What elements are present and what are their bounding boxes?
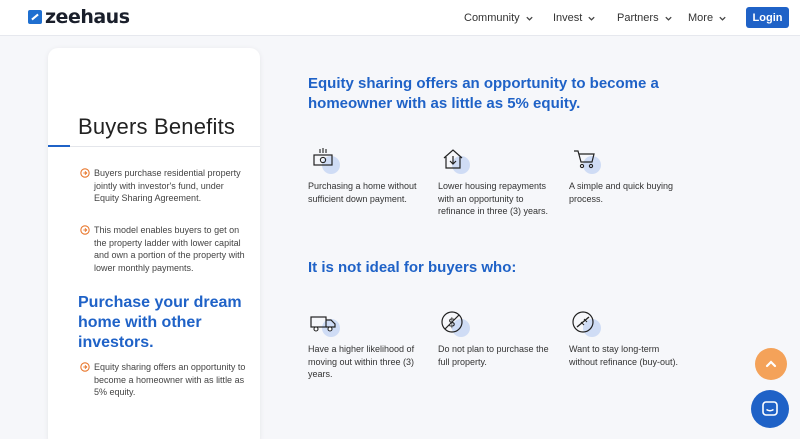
benefit-bullet: Equity sharing offers an opportunity to … [78, 361, 248, 399]
no-refinance-icon [572, 311, 594, 333]
chevron-down-icon [525, 16, 533, 21]
chat-button[interactable] [751, 390, 789, 428]
svg-text:$: $ [448, 316, 456, 330]
buyers-benefits-card: Buyers Benefits Buyers purchase resident… [48, 48, 260, 439]
logo-mark-icon [28, 10, 42, 24]
arrow-right-circle-icon [80, 225, 90, 235]
card-subheading: Purchase your dream home with other inve… [78, 294, 242, 351]
not-ideal-text: Do not plan to purchase the full propert… [438, 344, 549, 367]
login-button[interactable]: Login [746, 7, 789, 28]
benefit-item: Lower housing repayments with an opportu… [438, 146, 558, 218]
truck-icon [310, 316, 336, 332]
not-ideal-text: Have a higher likelihood of moving out w… [308, 344, 415, 379]
nav-more-label: More [688, 12, 714, 24]
benefit-text: Purchasing a home without sufficient dow… [308, 181, 417, 204]
brand-logo[interactable]: zeehaus [28, 6, 130, 28]
benefit-text: Lower housing repayments with an opportu… [438, 181, 549, 216]
chevron-up-icon [765, 360, 777, 368]
title-divider [48, 145, 260, 147]
not-ideal-item: $ Do not plan to purchase the full prope… [438, 309, 558, 368]
benefit-item: A simple and quick buying process. [569, 146, 689, 205]
not-ideal-item: Have a higher likelihood of moving out w… [308, 309, 428, 381]
benefit-bullet-text: Buyers purchase residential property joi… [94, 168, 241, 203]
not-ideal-heading: It is not ideal for buyers who: [308, 259, 517, 276]
nav-more[interactable]: More [688, 0, 727, 36]
scroll-to-top-button[interactable] [755, 348, 787, 380]
nav-invest[interactable]: Invest [553, 0, 596, 36]
benefit-bullet: Buyers purchase residential property joi… [78, 167, 248, 205]
benefit-item: Purchasing a home without sufficient dow… [308, 146, 428, 205]
money-icon [313, 148, 333, 166]
arrow-right-circle-icon [80, 168, 90, 178]
brand-name: zeehaus [45, 6, 130, 28]
chevron-down-icon [719, 16, 726, 21]
main-heading: Equity sharing offers an opportunity to … [308, 75, 659, 112]
benefit-text: A simple and quick buying process. [569, 181, 674, 204]
card-title: Buyers Benefits [78, 114, 236, 139]
benefit-bullet-text: Equity sharing offers an opportunity to … [94, 362, 246, 397]
chevron-down-icon [664, 16, 672, 21]
not-ideal-item: Want to stay long-term without refinance… [569, 309, 689, 368]
nav-community-label: Community [464, 12, 520, 24]
not-ideal-text: Want to stay long-term without refinance… [569, 344, 679, 367]
chat-icon [762, 401, 778, 416]
benefit-bullet-text: This model enables buyers to get on the … [94, 225, 245, 273]
top-navbar: zeehaus Community Invest Partners More L… [0, 0, 800, 36]
nav-partners[interactable]: Partners [617, 0, 673, 36]
cart-icon [574, 150, 595, 169]
nav-invest-label: Invest [553, 12, 583, 24]
chevron-down-icon [588, 16, 596, 21]
nav-community[interactable]: Community [464, 0, 534, 36]
arrow-right-circle-icon [80, 362, 90, 372]
benefit-bullet: This model enables buyers to get on the … [78, 224, 248, 274]
no-dollar-icon: $ [441, 311, 463, 333]
house-down-icon [443, 149, 463, 169]
nav-partners-label: Partners [617, 12, 659, 24]
